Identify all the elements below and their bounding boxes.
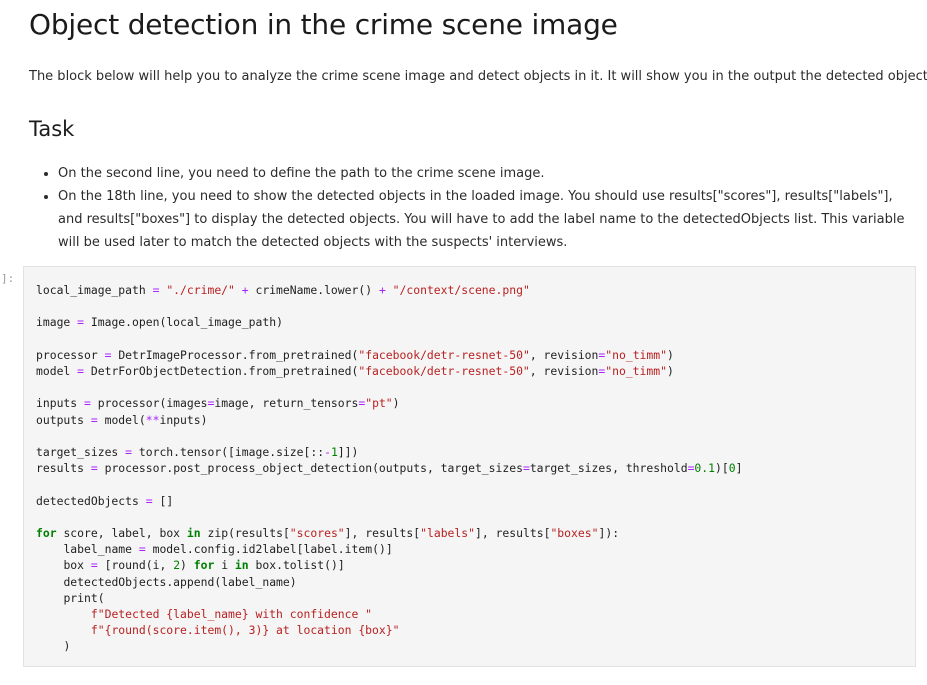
task-list: On the second line, you need to define t… — [34, 162, 918, 254]
code-line: detectedObjects = [] — [36, 493, 174, 508]
task-heading: Task — [29, 117, 75, 141]
code-line: f"Detected {label_name} with confidence … — [90, 607, 373, 622]
code-line: model = DetrForObjectDetection.from_pret… — [36, 364, 674, 379]
task-item: On the second line, you need to define t… — [58, 162, 918, 185]
code-line: outputs = model(**inputs) — [36, 412, 208, 427]
cell-prompt: ]: — [1, 272, 15, 285]
code-line: inputs = processor(images=image, return_… — [36, 396, 400, 411]
code-line: image = Image.open(local_image_path) — [36, 315, 283, 330]
task-item: On the 18th line, you need to show the d… — [58, 185, 918, 254]
code-line: processor = DetrImageProcessor.from_pret… — [36, 347, 674, 362]
code-line: box = [round(i, 2) for i in box.tolist()… — [63, 558, 345, 573]
code-line: label_name = model.config.id2label[label… — [63, 542, 393, 557]
code-line: ) — [63, 639, 71, 654]
code-line: print( — [63, 590, 105, 605]
intro-paragraph: The block below will help you to analyze… — [29, 69, 927, 84]
code-editor[interactable]: local_image_path = "./crime/" + crimeNam… — [36, 282, 742, 655]
code-line: detectedObjects.append(label_name) — [63, 574, 297, 589]
code-line: f"{round(score.item(), 3)} at location {… — [90, 623, 400, 638]
code-line: results = processor.post_process_object_… — [36, 461, 743, 476]
code-cell[interactable]: local_image_path = "./crime/" + crimeNam… — [23, 266, 916, 667]
code-line: target_sizes = torch.tensor([image.size[… — [36, 445, 359, 460]
code-line: for score, label, box in zip(results["sc… — [36, 526, 620, 541]
code-line: local_image_path = "./crime/" + crimeNam… — [36, 283, 530, 297]
page-title: Object detection in the crime scene imag… — [29, 8, 618, 41]
